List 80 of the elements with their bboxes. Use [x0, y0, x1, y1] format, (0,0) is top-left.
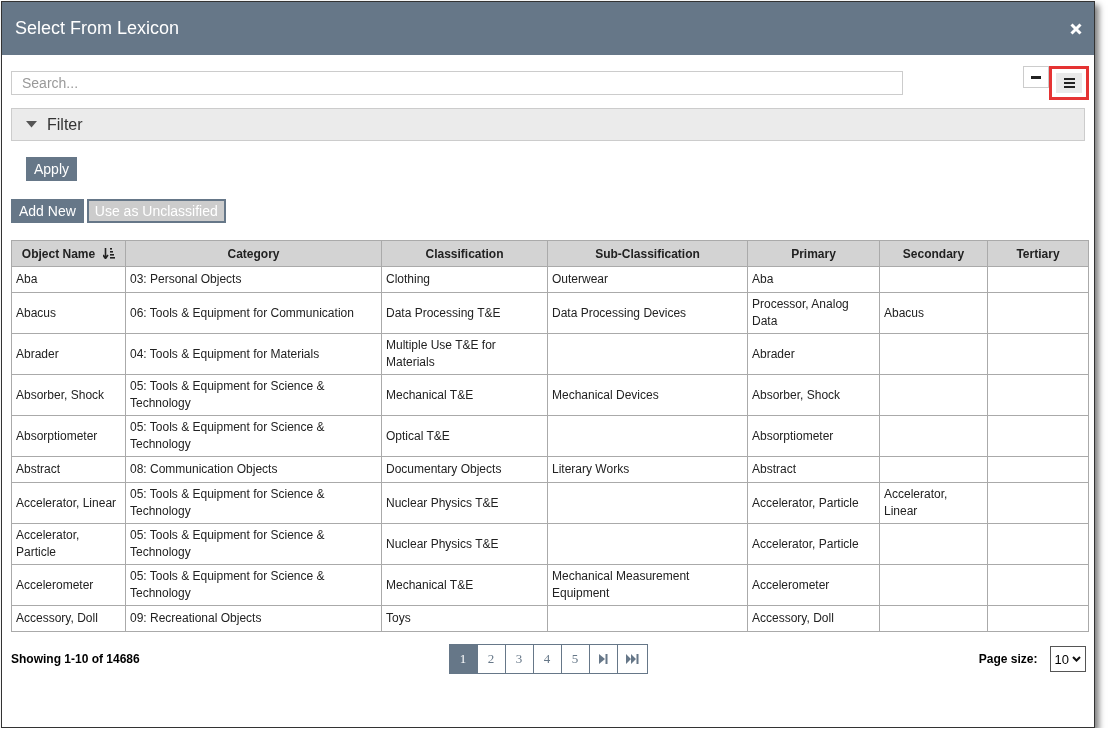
table-cell: Abstract [747, 456, 880, 483]
table-cell: Absorptiometer [11, 415, 126, 457]
table-cell: Abacus [879, 292, 988, 334]
table-cell: Mechanical T&E [381, 374, 548, 416]
close-icon [1070, 22, 1082, 35]
table-cell: Documentary Objects [381, 456, 548, 483]
table-cell: Data Processing T&E [381, 292, 548, 334]
table-cell: Abrader [11, 333, 126, 375]
table-cell: Processor, Analog Data [747, 292, 880, 334]
table-cell: Accelerator, Particle [747, 482, 880, 524]
table-cell: Abstract [11, 456, 126, 483]
table-cell: Nuclear Physics T&E [381, 523, 548, 565]
column-header[interactable]: Secondary [879, 240, 988, 267]
close-button[interactable] [1070, 22, 1082, 35]
record-count: Showing 1-10 of 14686 [11, 652, 141, 666]
table-cell: Literary Works [547, 456, 748, 483]
page-button[interactable]: 1 [448, 644, 478, 674]
table-cell: 05: Tools & Equipment for Science & Technology [125, 564, 382, 606]
caret-icon [26, 121, 37, 128]
table-cell: Mechanical T&E [381, 564, 548, 606]
view-toggle-button[interactable] [1049, 66, 1089, 100]
table-cell: Accessory, Doll [747, 605, 880, 632]
view-toggle-button[interactable] [1023, 66, 1049, 88]
table-cell: Accelerometer [11, 564, 126, 606]
table-cell: Aba [747, 266, 880, 293]
dialog-title: Select From Lexicon [15, 18, 180, 39]
table-cell: Abacus [11, 292, 126, 334]
page-size-label: Page size: [978, 652, 1038, 666]
table-cell: 05: Tools & Equipment for Science & Technology [125, 374, 382, 416]
apply-button[interactable]: Apply [26, 157, 78, 181]
menu-icon [1063, 78, 1075, 88]
table-cell: Abrader [747, 333, 880, 375]
table-cell: Outerwear [547, 266, 748, 293]
column-header[interactable]: Tertiary [987, 240, 1089, 267]
table-cell: Accelerometer [747, 564, 880, 606]
table-cell: Nuclear Physics T&E [381, 482, 548, 524]
table-cell: Accelerator, Linear [11, 482, 126, 524]
table-cell: 08: Communication Objects [125, 456, 382, 483]
table-cell: Toys [381, 605, 548, 632]
last-page-icon [625, 654, 639, 664]
table-cell: 05: Tools & Equipment for Science & Technology [125, 415, 382, 457]
table-cell: Accessory, Doll [11, 605, 126, 632]
table-cell: 05: Tools & Equipment for Science & Technology [125, 482, 382, 524]
page-button[interactable]: 2 [476, 644, 506, 674]
next-icon [598, 654, 608, 664]
column-header[interactable]: Category [125, 240, 382, 267]
table-cell: Accelerator, Linear [879, 482, 988, 524]
table-cell: Absorber, Shock [747, 374, 880, 416]
minus-icon [1031, 75, 1041, 79]
table-cell: Absorber, Shock [11, 374, 126, 416]
table-cell: Mechanical Devices [547, 374, 748, 416]
action-button[interactable]: Add New [11, 199, 84, 223]
table-cell: Aba [11, 266, 126, 293]
table-cell: Accelerator, Particle [747, 523, 880, 565]
column-header[interactable]: Object Name [11, 240, 126, 267]
table-cell: Absorptiometer [747, 415, 880, 457]
column-header[interactable]: Primary [747, 240, 880, 267]
table-cell: 09: Recreational Objects [125, 605, 382, 632]
table-cell: Optical T&E [381, 415, 548, 457]
filter-toggle[interactable]: Filter [11, 108, 1085, 141]
table-cell: 04: Tools & Equipment for Materials [125, 333, 382, 375]
column-header[interactable]: Sub-Classification [547, 240, 748, 267]
page-button[interactable]: 3 [504, 644, 534, 674]
table-cell: 03: Personal Objects [125, 266, 382, 293]
table-cell: Data Processing Devices [547, 292, 748, 334]
next-page-button[interactable] [588, 644, 618, 674]
table-cell: 06: Tools & Equipment for Communication [125, 292, 382, 334]
table-cell: Mechanical Measurement Equipment [547, 564, 748, 606]
table-cell: 05: Tools & Equipment for Science & Technology [125, 523, 382, 565]
table-cell: Clothing [381, 266, 548, 293]
page-button[interactable]: 5 [560, 644, 590, 674]
table-cell: Accelerator, Particle [11, 523, 126, 565]
search-field[interactable]: Search... [11, 71, 903, 95]
last-page-button[interactable] [616, 644, 648, 674]
page-button[interactable]: 4 [532, 644, 562, 674]
sort-icon [103, 247, 116, 259]
chevron-down-icon [1072, 656, 1081, 662]
column-header[interactable]: Classification [381, 240, 548, 267]
page-size-select[interactable]: 10 [1049, 646, 1086, 672]
table-cell: Multiple Use T&E for Materials [381, 333, 548, 375]
